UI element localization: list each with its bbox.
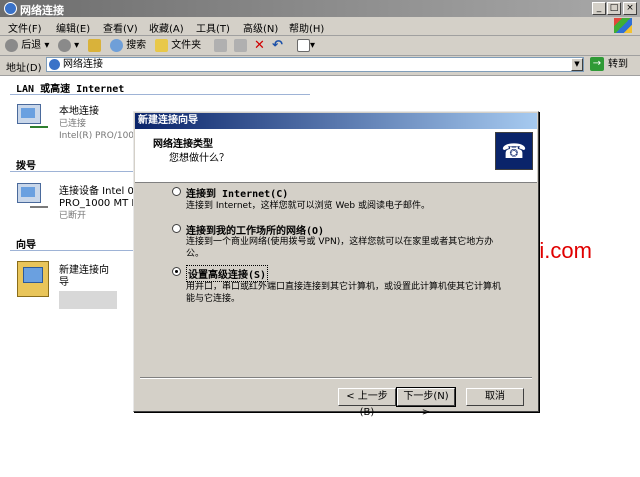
windows-logo-icon [614, 18, 632, 33]
option-advanced-desc: 用并口，串口或红外端口直接连接到其它计算机，或设置此计算机使其它计算机能与它连接… [186, 282, 502, 304]
back-step-button[interactable]: < 上一步(B) [338, 388, 396, 418]
views-button[interactable]: ▾ [297, 38, 315, 53]
move-to-icon [214, 38, 227, 52]
cable-icon [30, 126, 48, 128]
search-button[interactable]: 搜索 [110, 38, 146, 53]
folders-label: 文件夹 [171, 40, 202, 51]
lan-connection-icon [17, 104, 41, 124]
folder-up-icon [88, 38, 101, 52]
address-bar: 地址(D) 网络连接 ▼ → 转到 [0, 56, 640, 76]
option-advanced-radio[interactable] [172, 267, 181, 276]
title-bar: 网络连接 _ □ × [0, 0, 640, 17]
search-icon [110, 38, 123, 52]
menu-help[interactable]: 帮助(H) [289, 20, 324, 35]
window-title: 网络连接 [20, 4, 64, 17]
menu-tools[interactable]: 工具(T) [196, 20, 230, 35]
menu-favorites[interactable]: 收藏(A) [149, 20, 184, 35]
back-button[interactable]: 后退 ▾ [5, 38, 49, 53]
group-divider [10, 250, 135, 251]
option-workplace-label[interactable]: 连接到我的工作场所的网络(O) [186, 222, 324, 237]
copy-to-icon [234, 38, 247, 52]
dialog-subheading: 您想做什么？ [169, 153, 229, 164]
dialog-heading: 网络连接类型 [153, 139, 213, 150]
toolbar: 后退 ▾ ▾ 搜索 文件夹 ✕ ↶ ▾ [0, 36, 640, 56]
dialog-header: 网络连接类型 您想做什么？ ☎ [135, 129, 537, 183]
address-field[interactable]: 网络连接 [46, 57, 584, 72]
menu-edit[interactable]: 编辑(E) [56, 20, 90, 35]
option-workplace-desc: 连接到一个商业网络(使用拨号或 VPN)，这样您就可以在家里或者其它地方办公。 [186, 237, 494, 259]
folder-icon [155, 38, 168, 52]
group-header-wizard: 向导 [16, 240, 36, 251]
wizard-item-detail [59, 291, 117, 309]
address-value: 网络连接 [63, 59, 103, 70]
delete-icon[interactable]: ✕ [254, 38, 265, 53]
cancel-button[interactable]: 取消 [466, 388, 524, 406]
group-header-dialup: 拨号 [16, 161, 36, 172]
folders-button[interactable]: 文件夹 [155, 38, 201, 53]
menu-view[interactable]: 查看(V) [103, 20, 138, 35]
network-icon [49, 59, 60, 70]
views-icon [297, 38, 310, 52]
option-workplace-radio[interactable] [172, 224, 181, 233]
option-advanced-label[interactable]: 设置高级连接(S) [186, 265, 269, 282]
move-to-button[interactable] [214, 38, 227, 53]
phone-network-icon: ☎ [495, 132, 533, 170]
wizard-icon [17, 261, 49, 297]
group-divider [10, 171, 135, 172]
minimize-button[interactable]: _ [592, 2, 606, 15]
menu-bar: 文件(F) 编辑(E) 查看(V) 收藏(A) 工具(T) 高级(N) 帮助(H… [0, 17, 640, 36]
local-connection-device: Intel(R) PRO/100 [59, 131, 135, 141]
option-internet-desc: 连接到 Internet，这样您就可以浏览 Web 或阅读电子邮件。 [186, 201, 430, 211]
forward-arrow-icon [58, 38, 71, 52]
network-connections-icon [4, 2, 17, 15]
undo-icon[interactable]: ↶ [272, 38, 283, 53]
up-button[interactable] [88, 38, 101, 53]
back-label: 后退 [21, 40, 42, 51]
menu-advanced[interactable]: 高级(N) [243, 20, 278, 35]
group-header-lan: LAN 或高速 Internet [16, 84, 125, 95]
address-label: 地址(D) [6, 63, 42, 74]
menu-file[interactable]: 文件(F) [8, 20, 42, 35]
group-divider [10, 94, 310, 95]
go-arrow-icon: → [590, 57, 604, 71]
go-button[interactable]: → 转到 [590, 57, 628, 73]
maximize-button[interactable]: □ [607, 2, 621, 15]
close-button[interactable]: × [623, 2, 637, 15]
dialup-connection-icon [17, 183, 41, 203]
wizard-item-name: 新建连接向导 [59, 265, 109, 288]
dialog-title: 新建连接向导 [135, 113, 537, 129]
new-connection-wizard-dialog: 新建连接向导 网络连接类型 您想做什么？ ☎ 连接到 Internet(C) 连… [133, 111, 539, 418]
local-connection-name: 本地连接 [59, 106, 99, 117]
go-label: 转到 [608, 59, 628, 70]
next-step-button[interactable]: 下一步(N) > [396, 387, 456, 418]
option-internet-label[interactable]: 连接到 Internet(C) [186, 185, 288, 200]
back-arrow-icon [5, 38, 18, 52]
dialog-separator [140, 377, 532, 379]
copy-to-button[interactable] [234, 38, 247, 53]
option-internet-radio[interactable] [172, 187, 181, 196]
forward-button[interactable]: ▾ [58, 38, 79, 53]
address-dropdown-button[interactable]: ▼ [571, 58, 583, 71]
cable-icon [30, 206, 48, 208]
local-connection-status: 已连接 [59, 119, 87, 129]
search-label: 搜索 [126, 40, 147, 51]
